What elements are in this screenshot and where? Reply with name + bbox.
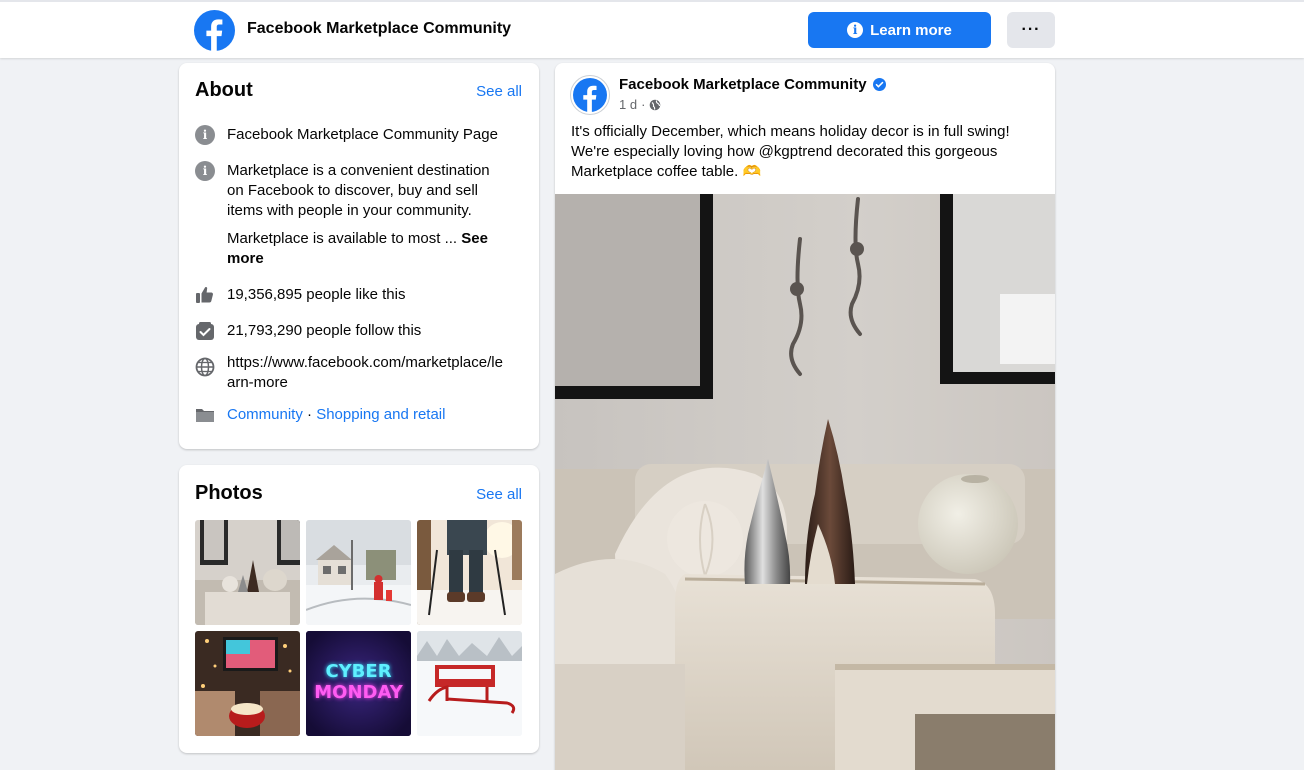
about-follows-text: 21,793,290 people follow this: [227, 322, 422, 339]
photo-thumbnail-snow-hiking[interactable]: [417, 520, 522, 625]
info-icon: i: [195, 125, 215, 145]
photo-thumbnail-red-sled[interactable]: [417, 631, 522, 736]
globe-icon: [195, 357, 215, 377]
cyber-text: CYBER: [325, 661, 392, 682]
photo-thumbnail-cyber-monday[interactable]: CYBER MONDAY: [306, 631, 411, 736]
learn-more-label: Learn more: [870, 21, 952, 39]
about-categories-row: Community · Shopping and retail: [195, 405, 525, 425]
category-shopping-link[interactable]: Shopping and retail: [316, 406, 445, 423]
about-category-text: Facebook Marketplace Community Page: [227, 126, 498, 143]
post-image[interactable]: [555, 194, 1055, 770]
photos-title: Photos: [195, 482, 263, 504]
follow-check-icon: [196, 322, 214, 340]
about-likes-text: 19,356,895 people like this: [227, 286, 406, 303]
meta-separator: ·: [641, 97, 646, 112]
about-website-link[interactable]: https://www.facebook.com/marketplace/lea…: [227, 353, 509, 393]
about-description-text: Marketplace is a convenient destination …: [227, 162, 490, 219]
thumbs-up-icon: [196, 286, 213, 303]
photos-see-all-link[interactable]: See all: [476, 486, 522, 503]
photo-grid: CYBER MONDAY: [195, 520, 523, 736]
photo-thumbnail-movie-night[interactable]: [195, 631, 300, 736]
about-follows-row: 21,793,290 people follow this: [195, 321, 525, 341]
post-author-name[interactable]: Facebook Marketplace Community: [619, 76, 867, 93]
more-dots-icon: ···: [1021, 21, 1041, 38]
about-category-row: i Facebook Marketplace Community Page: [195, 125, 525, 145]
about-description-more-text: Marketplace is available to most ...: [227, 230, 458, 247]
learn-more-button[interactable]: i Learn more: [808, 12, 991, 48]
post-author-avatar[interactable]: [570, 75, 610, 115]
public-globe-icon: [650, 99, 661, 110]
page-name-title[interactable]: Facebook Marketplace Community: [247, 20, 511, 38]
facebook-logo-icon[interactable]: [194, 10, 235, 51]
post-meta-row: 1 d ·: [619, 97, 661, 112]
facebook-logo-icon: [573, 78, 607, 112]
photos-card: Photos See all CYBER MONDAY: [179, 465, 539, 753]
post-author-row: Facebook Marketplace Community: [619, 76, 886, 93]
photo-thumbnail-snowy-street[interactable]: [306, 520, 411, 625]
post-card: Facebook Marketplace Community 1 d · It'…: [555, 63, 1055, 770]
info-icon: i: [847, 22, 864, 38]
post-body-text: It's officially December, which means ho…: [571, 123, 1010, 180]
about-website-row: https://www.facebook.com/marketplace/lea…: [195, 353, 525, 393]
about-likes-row: 19,356,895 people like this: [195, 285, 525, 305]
info-icon: i: [195, 161, 215, 181]
about-see-all-link[interactable]: See all: [476, 83, 522, 100]
photo-thumbnail-coffee-table[interactable]: [195, 520, 300, 625]
monday-text: MONDAY: [314, 682, 403, 703]
verified-badge-icon: [872, 78, 886, 91]
post-timestamp[interactable]: 1 d: [619, 97, 637, 112]
about-description-row: i Marketplace is a convenient destinatio…: [195, 161, 525, 269]
category-community-link[interactable]: Community: [227, 406, 303, 423]
category-separator: ·: [302, 406, 317, 423]
about-card: About See all i Facebook Marketplace Com…: [179, 63, 539, 449]
page-header-bar: Facebook Marketplace Community i Learn m…: [0, 0, 1304, 58]
about-title: About: [195, 79, 253, 101]
more-options-button[interactable]: ···: [1007, 12, 1055, 48]
category-folder-icon: [196, 409, 214, 422]
